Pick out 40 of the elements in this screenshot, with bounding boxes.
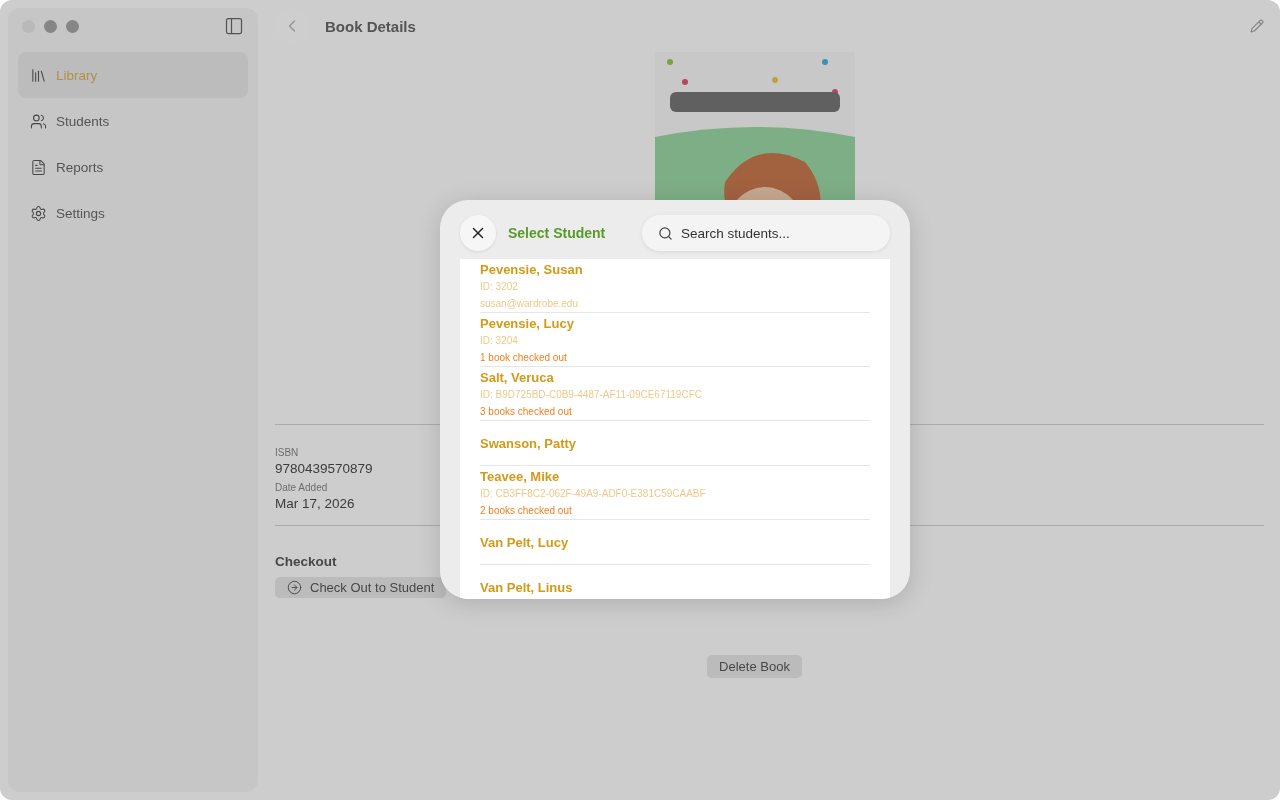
student-id: ID: 3204 xyxy=(480,334,519,348)
student-id: ID: CB3FF8C2-062F-49A9-ADF0-E381C59CAABF xyxy=(480,487,707,501)
search-field[interactable]: Search students... xyxy=(642,215,890,251)
dialog-title: Select Student xyxy=(508,225,606,241)
student-name[interactable]: Van Pelt, Lucy xyxy=(480,533,870,551)
field-label: Date Added xyxy=(275,482,328,493)
close-button[interactable] xyxy=(460,215,496,251)
field-value: Mar 17, 2026 xyxy=(275,496,355,511)
student-name[interactable]: Swanson, Patty xyxy=(480,434,870,452)
check-out-button[interactable]: Check Out to Student xyxy=(275,577,447,598)
window-title: Book Details xyxy=(325,17,416,35)
settings-icon xyxy=(30,204,47,222)
arrow-circle-icon xyxy=(287,580,302,595)
checkout-count: 1 book checked out xyxy=(480,351,568,365)
student-email: susan@wardrobe.edu xyxy=(480,297,579,311)
field-label: ISBN xyxy=(275,447,299,458)
window-minimize-control[interactable] xyxy=(44,19,57,33)
field-value: 9780439570879 xyxy=(275,461,373,476)
sidebar-item[interactable]: Students xyxy=(18,98,248,144)
sidebar-toggle-icon[interactable] xyxy=(224,16,244,36)
student-name[interactable]: Pevensie, Susan xyxy=(480,261,870,278)
people-icon xyxy=(30,112,47,130)
student-id: ID: 3202 xyxy=(480,280,519,294)
checkout-count: 2 books checked out xyxy=(480,504,573,518)
student-name[interactable]: Teavee, Mike xyxy=(480,468,870,485)
document-icon xyxy=(30,158,47,176)
pencil-icon[interactable] xyxy=(1250,19,1264,33)
student-name[interactable]: Salt, Veruca xyxy=(480,369,870,386)
search-icon xyxy=(658,226,673,241)
checkout-count: 3 books checked out xyxy=(480,405,573,419)
student-name[interactable]: Pevensie, Lucy xyxy=(480,315,870,332)
books-icon xyxy=(30,66,47,84)
student-id: ID: B9D725BD-C0B9-4487-AF11-09CE67119CFC xyxy=(480,388,703,402)
window-zoom-control[interactable] xyxy=(66,19,79,33)
sidebar-item[interactable]: Settings xyxy=(18,190,248,236)
section-heading: Checkout xyxy=(275,554,337,569)
sidebar-item[interactable]: Library xyxy=(18,52,248,98)
sidebar-item[interactable]: Reports xyxy=(18,144,248,190)
student-name[interactable]: Van Pelt, Linus xyxy=(480,578,870,596)
delete-button[interactable]: Delete Book xyxy=(707,655,802,678)
